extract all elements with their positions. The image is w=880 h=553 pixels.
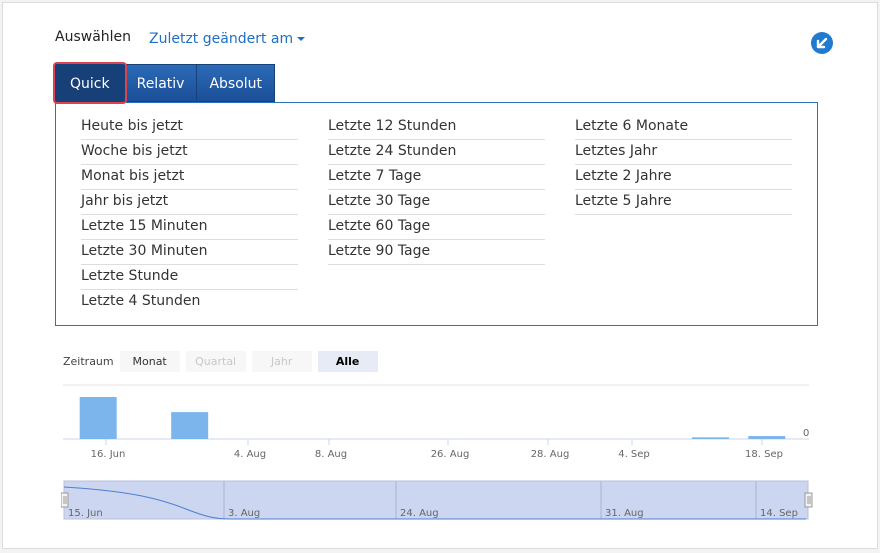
x-tick-label: 16. Jun — [91, 449, 126, 460]
range-selector: Zeitraum Monat Quartal Jahr Alle — [63, 350, 384, 372]
collapse-button[interactable] — [811, 32, 833, 54]
quick-column-2: Letzte 12 Stunden Letzte 24 Stunden Letzte… — [328, 115, 545, 265]
quick-range-item[interactable]: Monat bis jetzt — [81, 165, 298, 190]
chart-bar — [79, 397, 117, 439]
navigator-tick-label: 15. Jun — [68, 508, 103, 519]
navigator-tick-label: 24. Aug — [400, 508, 439, 519]
tab-quick[interactable]: Quick — [55, 64, 125, 102]
quick-range-item[interactable]: Letzte 90 Tage — [328, 240, 545, 265]
quick-range-item[interactable]: Letzte 24 Stunden — [328, 140, 545, 165]
x-tick-label: 18. Sep — [745, 449, 783, 460]
caret-down-icon — [297, 37, 306, 41]
range-button-alle[interactable]: Alle — [317, 350, 378, 372]
navigator-tick-label: 14. Sep — [760, 508, 798, 519]
quick-range-item[interactable]: Letzte 2 Jahre — [575, 165, 792, 190]
select-label: Auswählen — [55, 29, 132, 45]
chart-bar — [171, 412, 209, 439]
chart-navigator[interactable]: 15. Jun 3. Aug 24. Aug 31. Aug 14. Sep — [61, 479, 821, 525]
quick-range-item[interactable]: Letzte 4 Stunden — [81, 290, 298, 315]
tab-relativ[interactable]: Relativ — [124, 64, 198, 102]
sort-field-dropdown[interactable]: Zuletzt geändert am — [149, 31, 306, 47]
range-button-quartal: Quartal — [185, 350, 246, 372]
navigator-tick-label: 3. Aug — [228, 508, 260, 519]
quick-column-1: Heute bis jetzt Woche bis jetzt Monat bis … — [81, 115, 298, 315]
range-selector-label: Zeitraum — [63, 354, 114, 368]
mode-tabs: Quick Relativ Absolut — [55, 64, 276, 102]
range-button-jahr: Jahr — [251, 350, 312, 372]
quick-range-item[interactable]: Letzte 30 Minuten — [81, 240, 298, 265]
quick-range-item[interactable]: Letzte Stunde — [81, 265, 298, 290]
navigator-handle-left[interactable] — [61, 492, 69, 508]
chart-bar — [748, 436, 786, 439]
quick-range-item[interactable]: Letzte 60 Tage — [328, 215, 545, 240]
quick-range-item[interactable]: Jahr bis jetzt — [81, 190, 298, 215]
quick-range-item[interactable]: Woche bis jetzt — [81, 140, 298, 165]
quick-range-item[interactable]: Heute bis jetzt — [81, 115, 298, 140]
arrow-down-left-icon — [816, 37, 828, 49]
range-button-monat[interactable]: Monat — [119, 350, 180, 372]
x-tick-label: 28. Aug — [531, 449, 570, 460]
x-tick-label: 8. Aug — [315, 449, 347, 460]
tab-absolut[interactable]: Absolut — [197, 64, 276, 102]
quick-column-3: Letzte 6 Monate Letztes Jahr Letzte 2 Jahr… — [575, 115, 792, 215]
x-tick-label: 4. Sep — [618, 449, 650, 460]
quick-range-item[interactable]: Letzte 5 Jahre — [575, 190, 792, 215]
range-buttons: Monat Quartal Jahr Alle — [119, 350, 384, 372]
navigator-tick-label: 31. Aug — [605, 508, 644, 519]
navigator-handle-right[interactable] — [804, 492, 813, 508]
date-picker-panel: Auswählen Zuletzt geändert am Quick Rela… — [2, 2, 878, 549]
quick-range-item[interactable]: Letztes Jahr — [575, 140, 792, 165]
quick-range-item[interactable]: Letzte 30 Tage — [328, 190, 545, 215]
x-tick-label: 4. Aug — [234, 449, 266, 460]
histogram-chart: 16. Jun 4. Aug 8. Aug 26. Aug 28. Aug 4. Sep 1… — [63, 384, 809, 460]
sort-field-label: Zuletzt geändert am — [149, 31, 294, 47]
x-tick-label: 26. Aug — [431, 449, 470, 460]
y-tick-label: 0 — [803, 428, 809, 439]
chart-bar — [691, 437, 729, 439]
quick-range-item[interactable]: Letzte 12 Stunden — [328, 115, 545, 140]
quick-range-item[interactable]: Letzte 15 Minuten — [81, 215, 298, 240]
quick-range-item[interactable]: Letzte 7 Tage — [328, 165, 545, 190]
quick-ranges-panel: Heute bis jetzt Woche bis jetzt Monat bis … — [55, 102, 818, 326]
quick-range-item[interactable]: Letzte 6 Monate — [575, 115, 792, 140]
